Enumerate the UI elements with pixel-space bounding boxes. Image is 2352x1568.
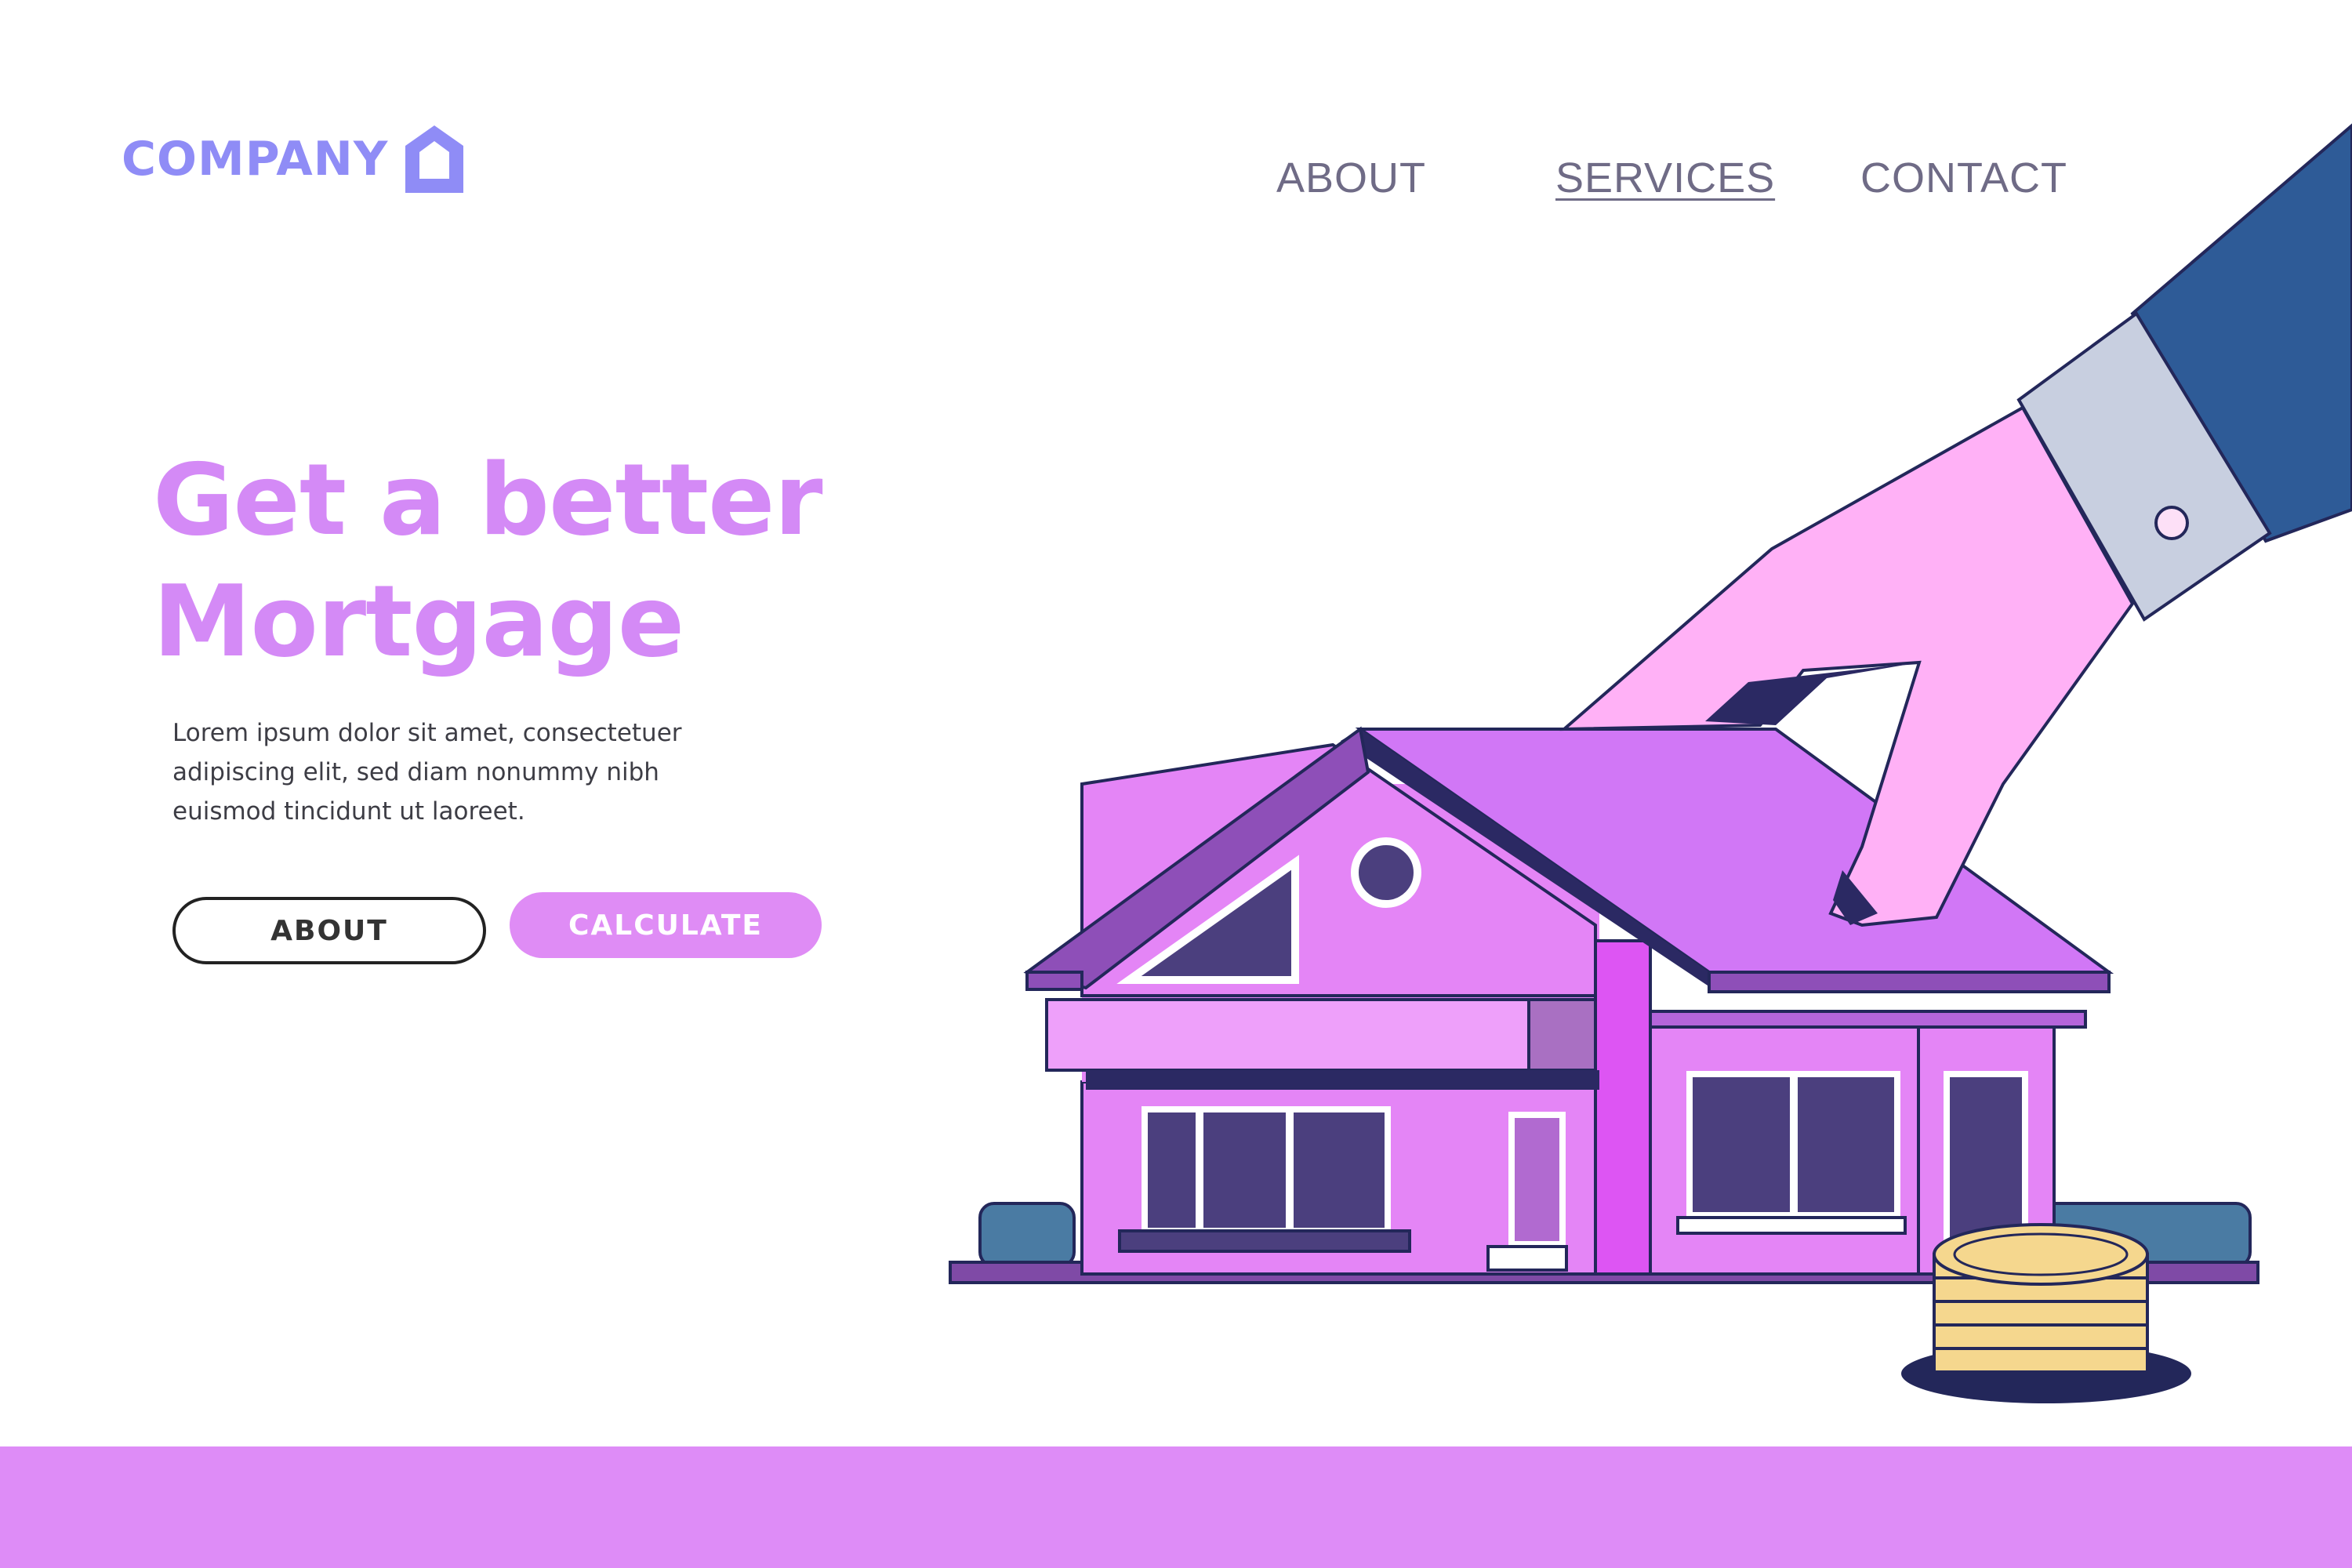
- roof-left-eave: [1025, 971, 1083, 991]
- cuff-button: [2154, 506, 2189, 540]
- balcony: [1045, 998, 1597, 1072]
- right-window-sill: [1676, 1216, 1907, 1235]
- footer-bar: [0, 1446, 2352, 1568]
- roof-eave: [1708, 971, 2111, 993]
- headline-line-2: Mortgage: [153, 564, 684, 679]
- description-line-2: adipiscing elit, sed diam nonummy nibh: [172, 758, 659, 786]
- headline-line-1: Get a better: [153, 442, 823, 557]
- door-steps: [1486, 1245, 1568, 1272]
- balcony-shadow: [1086, 1070, 1599, 1090]
- hero-description: Lorem ipsum dolor sit amet, consectetuer…: [172, 713, 721, 831]
- hero-headline: Get a better Mortgage: [153, 439, 823, 682]
- left-window-sill: [1118, 1229, 1411, 1253]
- logo[interactable]: COMPANY: [122, 125, 464, 193]
- front-door: [1508, 1112, 1566, 1247]
- balcony-side: [1527, 998, 1597, 1072]
- about-button[interactable]: ABOUT: [172, 897, 486, 964]
- calculate-button[interactable]: CALCULATE: [510, 892, 822, 958]
- round-window: [1351, 837, 1421, 908]
- side-window: [1944, 1071, 2028, 1246]
- left-window: [1142, 1106, 1391, 1234]
- house-hand-illustration: [949, 123, 2352, 1403]
- center-column: [1594, 939, 1652, 1276]
- right-wall-ledge: [1649, 1010, 2087, 1029]
- ground-left-hedge: [978, 1202, 1076, 1268]
- description-line-1: Lorem ipsum dolor sit amet, consectetuer: [172, 719, 682, 747]
- logo-text: COMPANY: [122, 132, 389, 187]
- house-logo-icon: [405, 125, 464, 193]
- description-line-3: euismod tincidunt ut laoreet.: [172, 797, 525, 826]
